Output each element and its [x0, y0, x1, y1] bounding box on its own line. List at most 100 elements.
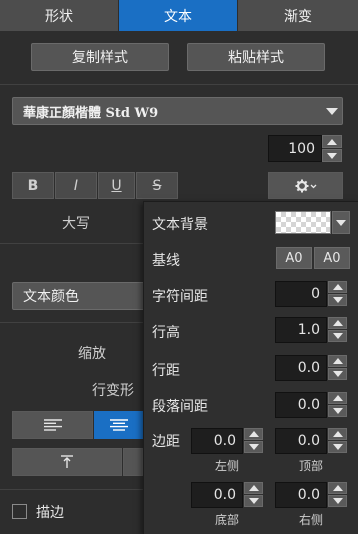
stepper-up-button[interactable]: [328, 355, 347, 367]
char-spacing-input[interactable]: 0: [275, 281, 327, 307]
text-color-label: 文本颜色: [23, 289, 79, 305]
arrow-up-icon: [248, 431, 259, 437]
arrow-up-icon: [332, 395, 343, 401]
stepper-down-button[interactable]: [328, 441, 347, 453]
stepper-up-button[interactable]: [244, 482, 263, 494]
baseline-down-button[interactable]: A0: [314, 247, 350, 269]
stepper-down-button[interactable]: [244, 441, 263, 453]
italic-button[interactable]: I: [55, 172, 97, 199]
margin-top-input[interactable]: 0.0: [275, 428, 327, 454]
margin-left-stepper[interactable]: [244, 428, 263, 453]
margin-right-label: 右侧: [299, 513, 324, 527]
arrow-down-icon: [248, 444, 259, 450]
arrow-down-icon: [332, 371, 343, 377]
stepper-down-button[interactable]: [328, 368, 347, 380]
para-spacing-input[interactable]: 0.0: [275, 392, 327, 418]
align-center-icon: [109, 419, 128, 431]
divider: [0, 322, 143, 323]
line-transform-label: 行变形: [92, 383, 134, 399]
stepper-up-button[interactable]: [328, 281, 347, 293]
line-spacing-input[interactable]: 0.0: [275, 355, 327, 381]
font-family-value: 華康正顏楷體 Std W9: [23, 105, 159, 121]
tab-text[interactable]: 文本: [119, 0, 238, 31]
stroke-checkbox[interactable]: [12, 504, 27, 519]
tab-gradient[interactable]: 渐变: [238, 0, 358, 31]
valign-middle-button[interactable]: [123, 448, 143, 476]
valign-top-icon: [61, 455, 73, 468]
arrow-up-icon: [332, 320, 343, 326]
margin-left-label: 左侧: [215, 459, 240, 473]
margin-top-stepper[interactable]: [328, 428, 347, 453]
stepper-up-button[interactable]: [328, 392, 347, 404]
copy-style-button[interactable]: 复制样式: [31, 43, 169, 71]
bold-button[interactable]: B: [12, 172, 54, 199]
arrow-up-icon: [332, 431, 343, 437]
char-spacing-label: 字符间距: [152, 289, 208, 305]
baseline-up-button[interactable]: A0: [276, 247, 312, 269]
stepper-down-button[interactable]: [328, 294, 347, 306]
chevron-down-icon: [326, 108, 338, 115]
line-spacing-label: 行距: [152, 363, 180, 379]
para-spacing-label: 段落间距: [152, 399, 208, 415]
arrow-down-icon: [332, 498, 343, 504]
stepper-down-button[interactable]: [322, 149, 342, 162]
margin-label: 边距: [152, 434, 180, 450]
align-left-button[interactable]: [12, 411, 93, 439]
baseline-label: 基线: [152, 253, 180, 269]
margin-top-label: 顶部: [299, 459, 324, 473]
gear-icon: [295, 179, 316, 192]
stepper-up-button[interactable]: [244, 428, 263, 440]
para-spacing-stepper[interactable]: [328, 392, 347, 417]
strikethrough-button[interactable]: S: [136, 172, 178, 199]
stepper-down-button[interactable]: [244, 495, 263, 507]
font-family-select[interactable]: 華康正顏楷體 Std W9: [12, 97, 343, 125]
char-spacing-stepper[interactable]: [328, 281, 347, 306]
text-color-select[interactable]: 文本颜色: [12, 282, 152, 310]
margin-bottom-input[interactable]: 0.0: [191, 482, 243, 508]
text-bg-label: 文本背景: [152, 217, 208, 233]
line-height-input[interactable]: 1.0: [275, 317, 327, 343]
margin-bottom-label: 底部: [215, 513, 240, 527]
paste-style-button[interactable]: 粘贴样式: [187, 43, 325, 71]
stepper-down-button[interactable]: [328, 330, 347, 342]
arrow-down-icon: [332, 444, 343, 450]
arrow-down-icon: [332, 297, 343, 303]
margin-bottom-stepper[interactable]: [244, 482, 263, 507]
divider: [0, 489, 143, 490]
line-height-stepper[interactable]: [328, 317, 347, 342]
font-size-input[interactable]: 100: [268, 135, 322, 162]
stepper-up-button[interactable]: [328, 317, 347, 329]
divider: [0, 84, 358, 85]
align-left-icon: [43, 419, 62, 431]
arrow-down-icon: [332, 333, 343, 339]
margin-right-stepper[interactable]: [328, 482, 347, 507]
font-size-stepper[interactable]: [322, 135, 342, 162]
arrow-up-icon: [248, 485, 259, 491]
divider: [0, 243, 143, 244]
caps-label: 大写: [62, 216, 90, 232]
text-options-button[interactable]: [268, 172, 343, 199]
valign-top-button[interactable]: [12, 448, 122, 476]
stepper-down-button[interactable]: [328, 405, 347, 417]
underline-button[interactable]: U: [98, 172, 135, 199]
tab-bar: 形状 文本 渐变: [0, 0, 358, 31]
line-height-label: 行高: [152, 325, 180, 341]
arrow-up-icon: [332, 485, 343, 491]
arrow-up-icon: [332, 358, 343, 364]
margin-left-input[interactable]: 0.0: [191, 428, 243, 454]
stepper-down-button[interactable]: [328, 495, 347, 507]
line-spacing-stepper[interactable]: [328, 355, 347, 380]
chevron-down-icon: [336, 220, 346, 226]
arrow-up-icon: [327, 138, 337, 145]
margin-right-input[interactable]: 0.0: [275, 482, 327, 508]
stroke-label: 描边: [36, 505, 64, 521]
text-bg-color-swatch[interactable]: [275, 211, 331, 234]
stepper-up-button[interactable]: [328, 482, 347, 494]
arrow-down-icon: [248, 498, 259, 504]
tab-shape[interactable]: 形状: [0, 0, 119, 31]
stepper-up-button[interactable]: [322, 135, 342, 148]
text-bg-dropdown-button[interactable]: [332, 211, 350, 234]
stepper-up-button[interactable]: [328, 428, 347, 440]
arrow-down-icon: [327, 152, 337, 159]
align-center-button[interactable]: [94, 411, 143, 439]
